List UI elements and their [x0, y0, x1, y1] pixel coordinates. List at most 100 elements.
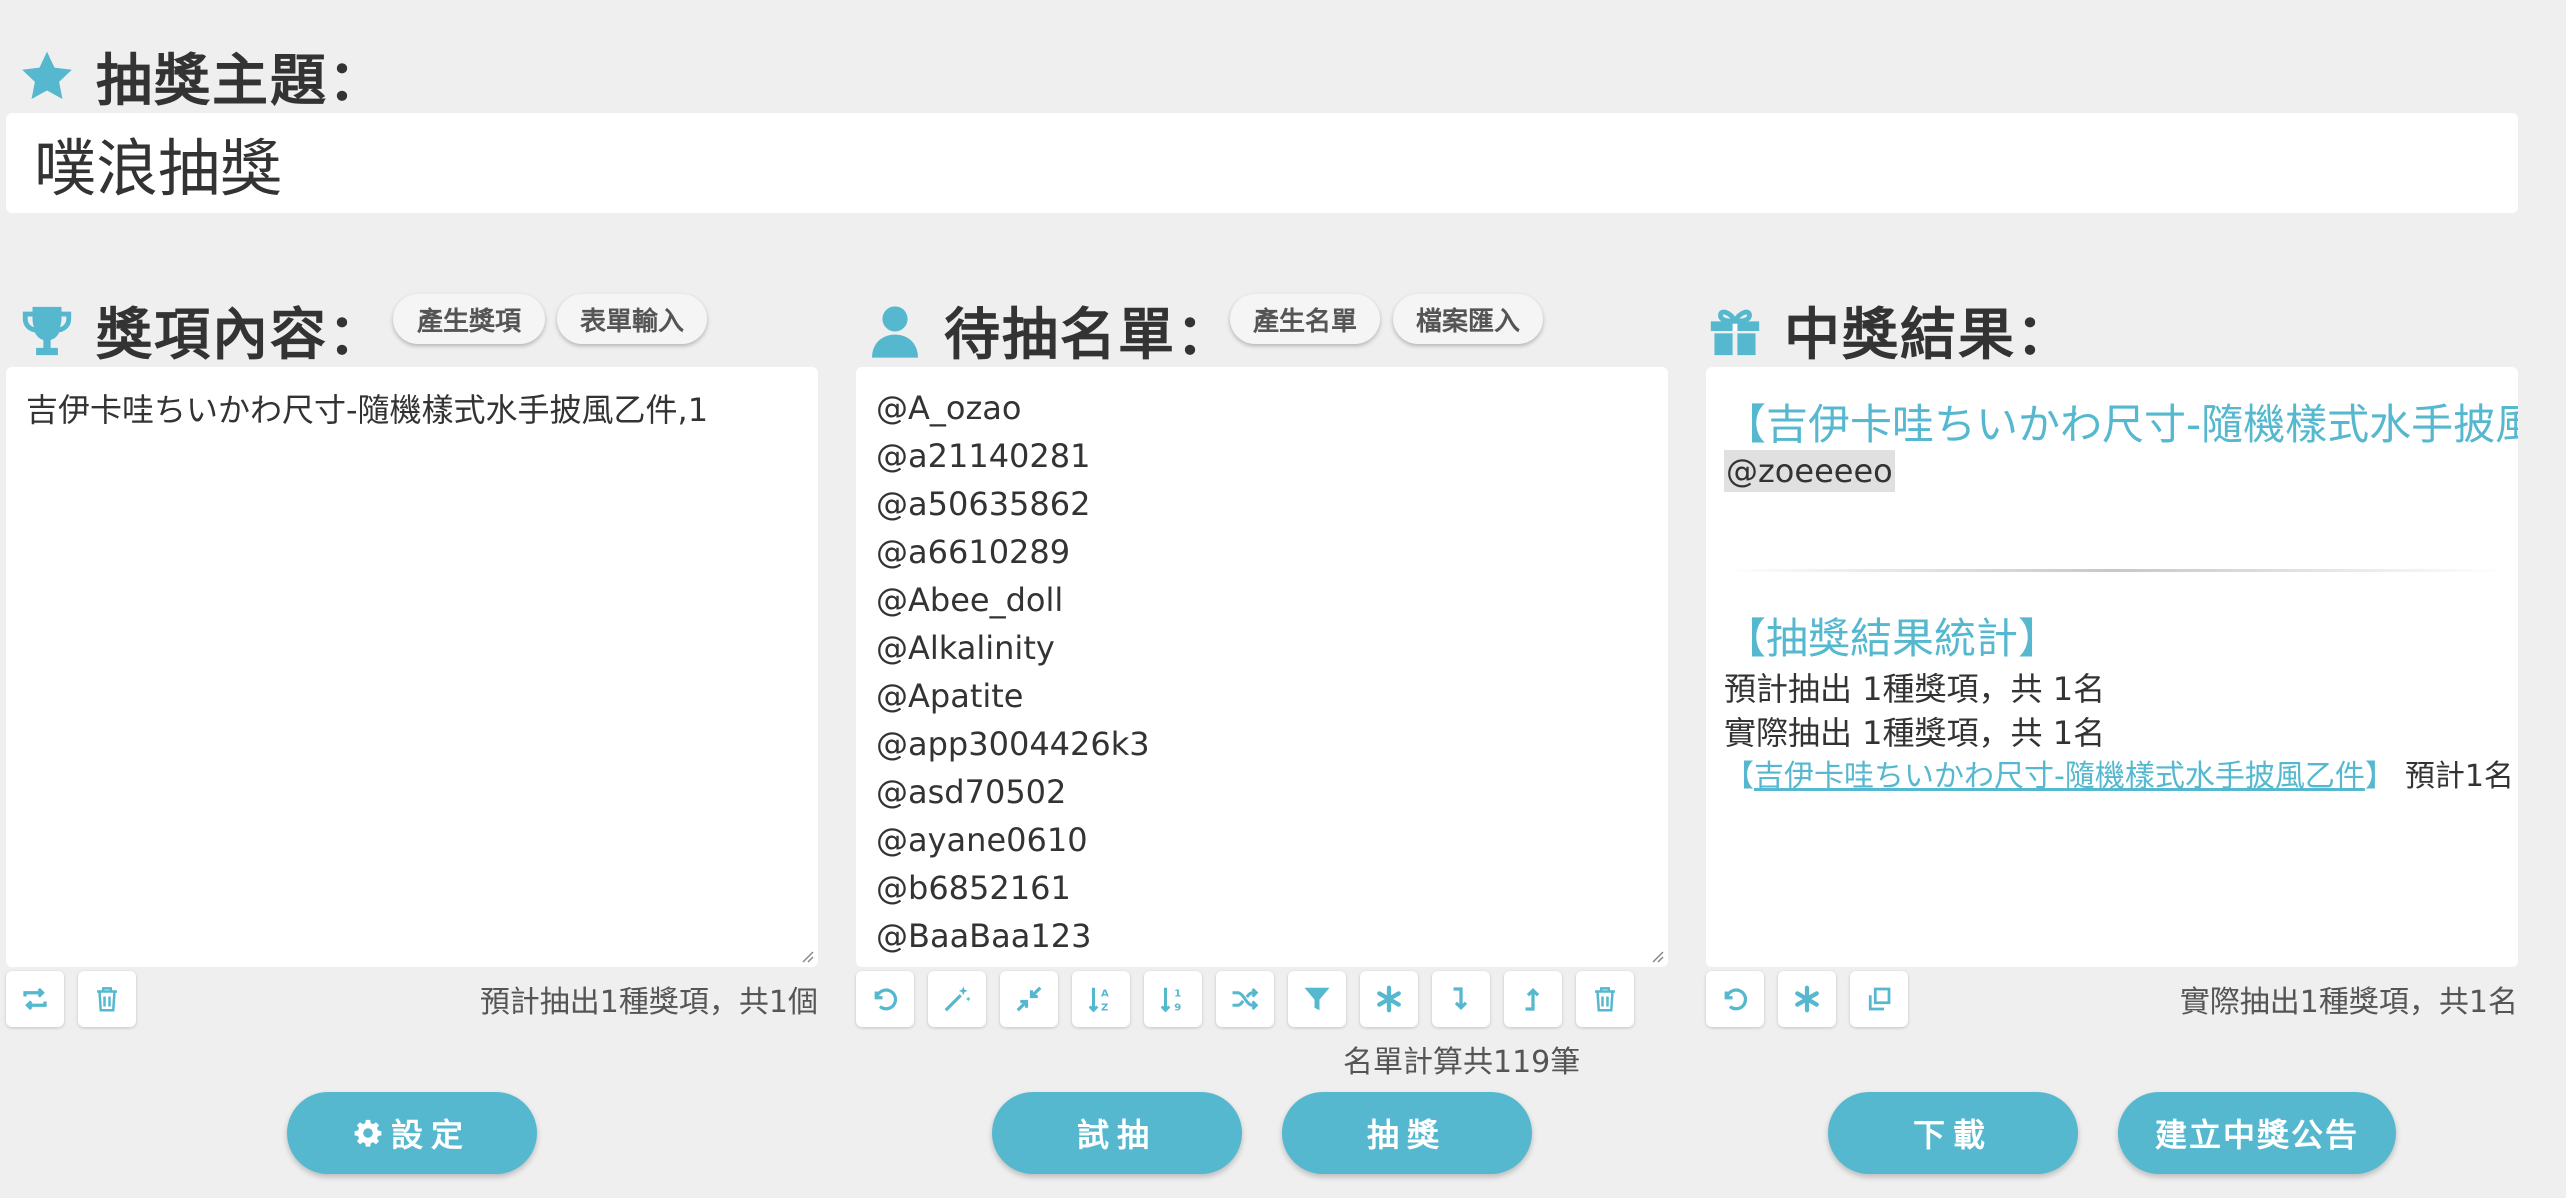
generate-list-label: 產生名單	[1252, 306, 1357, 337]
entrant-line: @asd70502	[876, 773, 1067, 811]
move-down-button[interactable]	[1432, 971, 1490, 1027]
theme-heading: 抽獎主題：	[18, 36, 386, 117]
compress-button[interactable]	[1000, 971, 1058, 1027]
asterisk-button[interactable]	[1360, 971, 1418, 1027]
sort-numeric-icon: 19	[1160, 987, 1181, 1013]
results-divider	[1724, 569, 2504, 572]
entrant-line: @Apatite	[876, 677, 1024, 715]
results-panel: 【吉伊卡哇ちいかわ尺寸-隨機樣式水手披風乙件】 @zoeeeeo 【抽獎結果統計…	[1706, 367, 2518, 967]
user-icon	[866, 302, 924, 360]
filter-icon	[1304, 987, 1330, 1011]
asterisk-icon	[1795, 985, 1819, 1013]
svg-text:9: 9	[1174, 1002, 1181, 1013]
stats-item: 【吉伊卡哇ちいかわ尺寸-隨機樣式水手披風乙件】 預計1名	[1724, 755, 2514, 799]
entrants-textarea[interactable]: @A_ozao @a21140281 @a50635862 @a6610289 @Abe…	[856, 367, 1668, 967]
entrant-line: @ayane0610	[876, 821, 1088, 859]
move-up-button[interactable]	[1504, 971, 1562, 1027]
entrant-line: @a6610289	[876, 533, 1071, 571]
entrant-line: @Abee_doll	[876, 581, 1064, 619]
copy-results-button[interactable]	[1850, 971, 1908, 1027]
magic-wand-button[interactable]	[928, 971, 986, 1027]
stats-item-bracket-close: 】	[2364, 759, 2395, 794]
entrants-heading-label: 待抽名單：	[944, 303, 1234, 368]
stats-actual: 實際抽出 1種獎項，共 1名	[1724, 714, 2106, 752]
download-label: 下載	[1912, 1116, 1993, 1154]
result-prize-title: 【吉伊卡哇ちいかわ尺寸-隨機樣式水手披風乙件】	[1724, 400, 2518, 449]
draw-button[interactable]: 抽獎	[1282, 1092, 1532, 1174]
shuffle-button[interactable]	[1216, 971, 1274, 1027]
prizes-heading: 獎項內容：	[18, 290, 386, 371]
entrants-toolbar: AZ 19	[856, 971, 1634, 1027]
resize-handle-icon[interactable]	[798, 947, 814, 963]
entrant-line: @Alkalinity	[876, 629, 1055, 667]
compress-icon	[1016, 986, 1042, 1012]
filter-button[interactable]	[1288, 971, 1346, 1027]
svg-text:Z: Z	[1101, 1002, 1108, 1013]
create-announcement-label: 建立中獎公告	[2154, 1116, 2359, 1154]
results-asterisk-button[interactable]	[1778, 971, 1836, 1027]
results-status: 實際抽出1種獎項，共1名	[2179, 985, 2518, 1020]
prizes-toolbar	[6, 971, 136, 1027]
prizes-status: 預計抽出1種獎項，共1個	[479, 985, 818, 1020]
entrant-line: @b6852161	[876, 869, 1071, 907]
file-import-label: 檔案匯入	[1415, 306, 1520, 337]
magic-wand-icon	[944, 986, 971, 1012]
prizes-textarea[interactable]: 吉伊卡哇ちいかわ尺寸-隨機樣式水手披風乙件,1	[6, 367, 818, 967]
stats-item-bracket-open: 【	[1724, 759, 1754, 794]
create-announcement-button[interactable]: 建立中獎公告	[2118, 1092, 2396, 1174]
trash-icon	[1595, 987, 1615, 1012]
download-button[interactable]: 下載	[1828, 1092, 2078, 1174]
form-input-label: 表單輸入	[579, 306, 684, 337]
entrant-line: @A_ozao	[876, 389, 1022, 427]
theme-input[interactable]: 噗浪抽獎	[6, 113, 2518, 213]
entrants-count: 名單計算共119筆	[1343, 1045, 1581, 1080]
generate-prizes-button[interactable]: 產生獎項	[393, 294, 545, 344]
gift-icon	[1706, 302, 1764, 360]
trial-draw-label: 試抽	[1076, 1116, 1157, 1154]
trophy-icon	[18, 302, 76, 360]
gear-icon	[354, 1119, 382, 1147]
sort-alpha-button[interactable]: AZ	[1072, 971, 1130, 1027]
stats-title: 【抽獎結果統計】	[1724, 614, 2061, 663]
sync-button[interactable]	[6, 971, 64, 1027]
winner-name: @zoeeeeo	[1724, 450, 1895, 492]
svg-text:1: 1	[1174, 989, 1181, 1000]
sort-alpha-icon: AZ	[1088, 987, 1109, 1013]
entrant-line: @BaaBaa123	[876, 917, 1092, 955]
winner-entry[interactable]: @zoeeeeo	[1724, 449, 1895, 493]
entrants-list: @A_ozao @a21140281 @a50635862 @a6610289 @Abe…	[876, 384, 1648, 960]
draw-label: 抽獎	[1366, 1116, 1447, 1154]
generate-list-button[interactable]: 產生名單	[1230, 294, 1380, 344]
results-toolbar	[1706, 971, 1908, 1027]
settings-label: 設定	[390, 1116, 471, 1154]
undo-icon	[874, 988, 898, 1011]
asterisk-icon	[1377, 985, 1401, 1013]
theme-heading-label: 抽獎主題：	[96, 49, 386, 114]
entrants-heading: 待抽名單：	[866, 290, 1234, 371]
results-undo-button[interactable]	[1706, 971, 1764, 1027]
theme-input-value: 噗浪抽獎	[34, 132, 283, 205]
shuffle-icon	[1232, 987, 1259, 1011]
trial-draw-button[interactable]: 試抽	[992, 1092, 1242, 1174]
stats-item-link[interactable]: 吉伊卡哇ちいかわ尺寸-隨機樣式水手披風乙件	[1754, 759, 2365, 794]
undo-icon	[1724, 988, 1748, 1011]
generate-prizes-label: 產生獎項	[416, 306, 521, 337]
trash-icon	[97, 987, 117, 1012]
entrant-line: @app3004426k3	[876, 725, 1150, 763]
prizes-textarea-content: 吉伊卡哇ちいかわ尺寸-隨機樣式水手披風乙件,1	[26, 391, 709, 429]
arrow-up-icon	[1525, 987, 1540, 1011]
clear-list-button[interactable]	[1576, 971, 1634, 1027]
settings-button[interactable]: 設定	[287, 1092, 537, 1174]
star-icon	[18, 48, 76, 106]
clear-prizes-button[interactable]	[78, 971, 136, 1027]
resize-handle-icon[interactable]	[1648, 947, 1664, 963]
copy-icon	[1868, 987, 1891, 1011]
entrant-line: @a21140281	[876, 437, 1091, 475]
sort-numeric-button[interactable]: 19	[1144, 971, 1202, 1027]
file-import-button[interactable]: 檔案匯入	[1393, 294, 1543, 344]
stats-expected: 預計抽出 1種獎項，共 1名	[1724, 670, 2106, 708]
svg-text:A: A	[1101, 989, 1109, 1000]
form-input-button[interactable]: 表單輸入	[557, 294, 707, 344]
results-heading-label: 中獎結果：	[1784, 303, 2074, 368]
undo-button[interactable]	[856, 971, 914, 1027]
